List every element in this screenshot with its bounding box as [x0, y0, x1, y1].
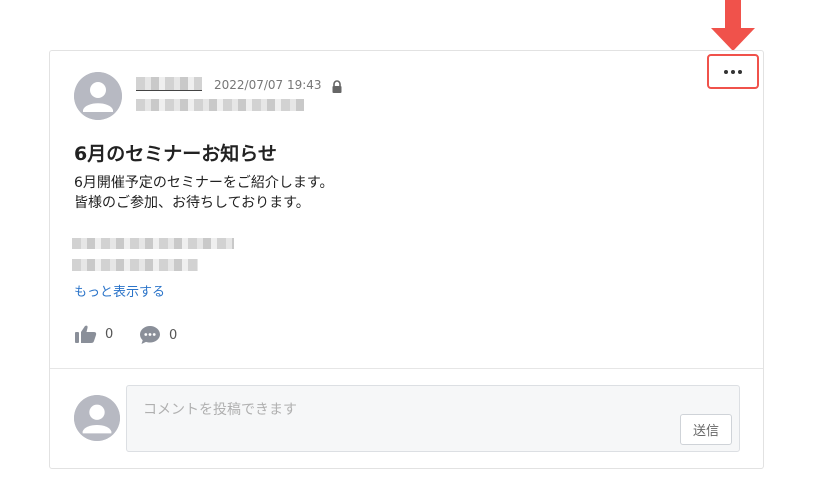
comment-placeholder: コメントを投稿できます: [143, 402, 297, 418]
like-button[interactable]: 0: [75, 325, 113, 343]
divider: [50, 368, 763, 369]
red-down-arrow-icon: [711, 0, 755, 51]
post-timestamp: 2022/07/07 19:43: [214, 78, 322, 92]
comment-count-button[interactable]: 0: [139, 325, 177, 345]
author-name-redacted: [136, 77, 202, 91]
post-author-avatar[interactable]: [74, 72, 122, 120]
post-body-line: 皆様のご参加、お待ちしております。: [74, 195, 310, 211]
post-card: 2022/07/07 19:43 6月のセミナーお知らせ 6月開催予定のセミナー…: [49, 50, 764, 469]
redacted-text: [72, 238, 234, 249]
user-avatar-icon: [74, 72, 122, 120]
like-count: 0: [105, 326, 114, 342]
show-more-link[interactable]: もっと表示する: [74, 284, 165, 302]
comment-bubble-icon: [140, 326, 160, 344]
redacted-text: [72, 259, 198, 271]
author-sub-redacted: [136, 99, 304, 111]
more-horizontal-icon: [724, 69, 742, 74]
post-body-line: 6月開催予定のセミナーをご紹介します。: [74, 175, 334, 191]
comment-input[interactable]: コメントを投稿できます 送信: [126, 385, 740, 452]
send-button[interactable]: 送信: [680, 414, 732, 445]
comment-count: 0: [169, 327, 178, 343]
post-title: 6月のセミナーお知らせ: [74, 143, 277, 165]
more-options-button[interactable]: [707, 54, 759, 89]
lock-icon: [332, 80, 342, 93]
commenter-avatar: [74, 395, 120, 441]
user-avatar-icon: [74, 395, 120, 441]
thumbs-up-icon: [75, 325, 97, 343]
